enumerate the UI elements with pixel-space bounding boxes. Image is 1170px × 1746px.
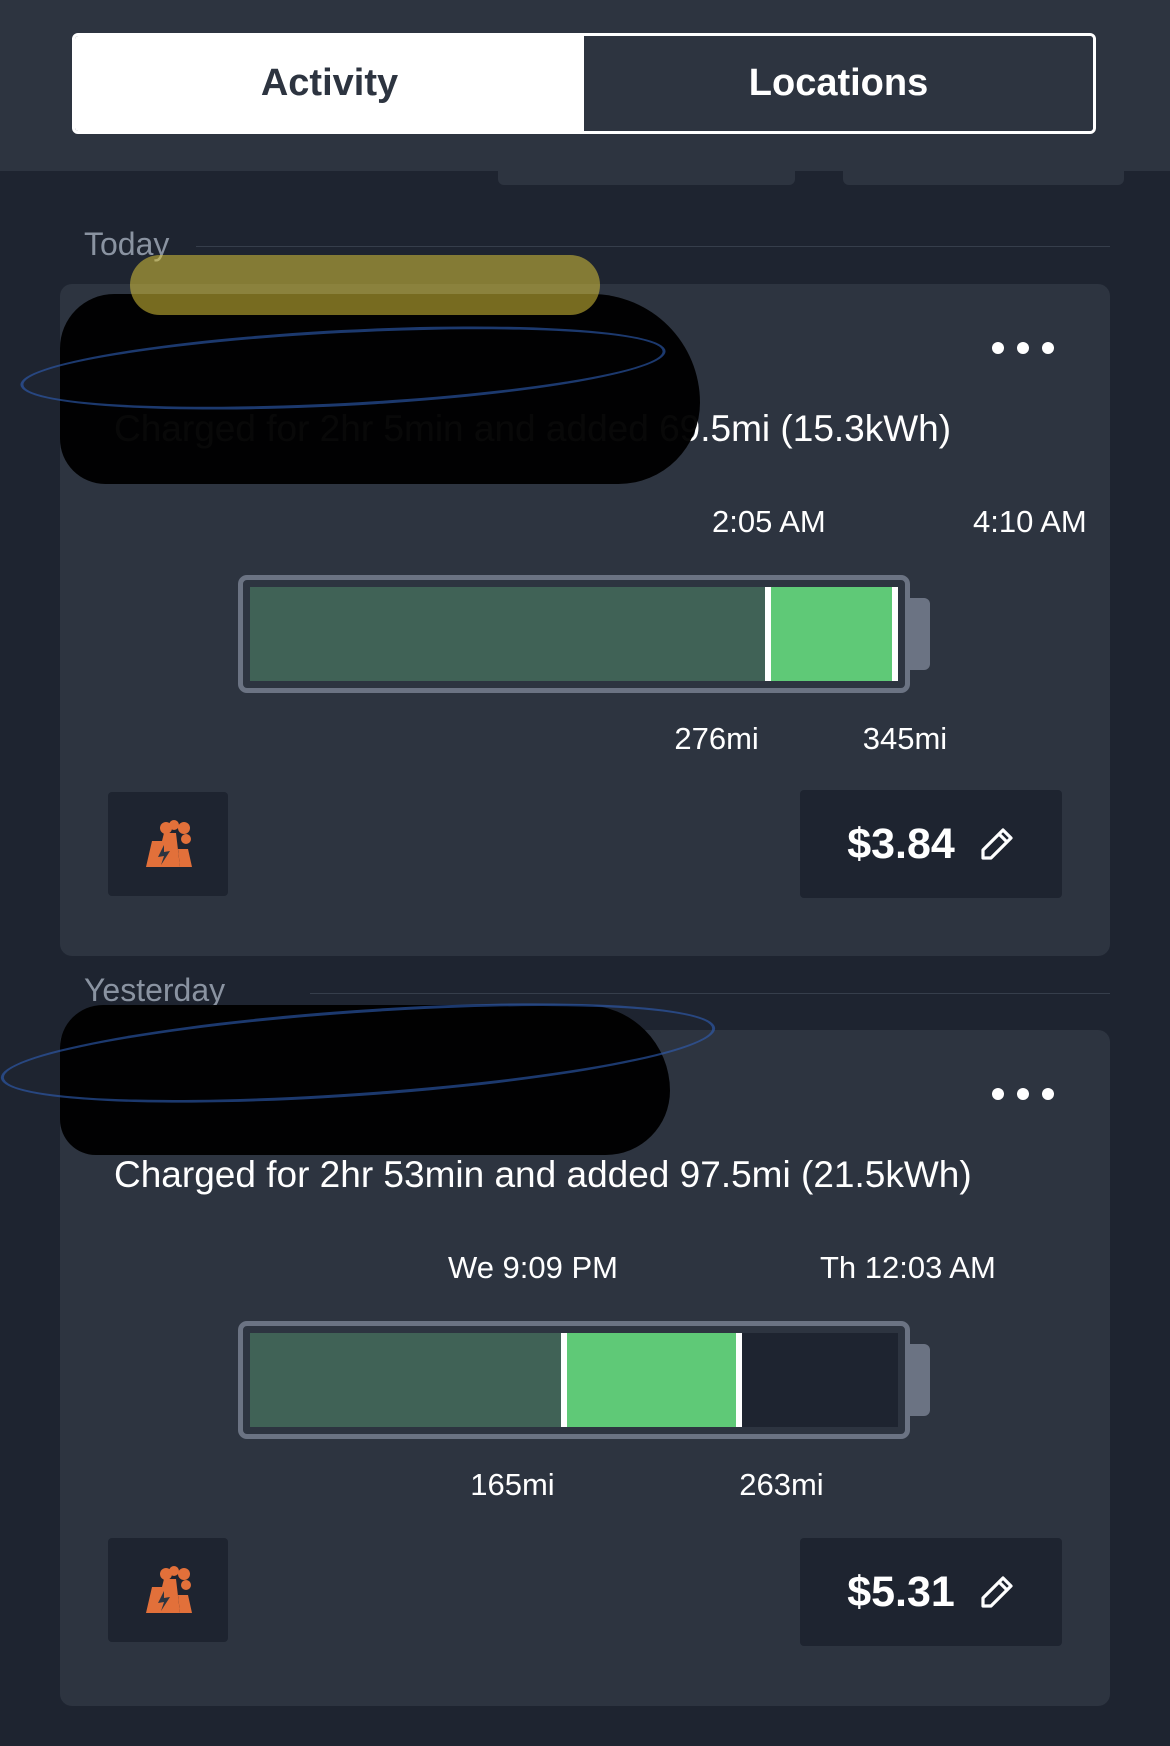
- start-range: 276mi: [674, 721, 759, 756]
- divider: [310, 993, 1110, 994]
- end-range: 263mi: [739, 1467, 824, 1502]
- end-range: 345mi: [862, 721, 948, 756]
- energy-source-button[interactable]: [108, 792, 228, 896]
- battery-graphic: [238, 575, 910, 693]
- battery-added-charge: [564, 1333, 740, 1427]
- battery-terminal: [910, 598, 930, 670]
- start-time: We 9:09 PM: [448, 1250, 619, 1285]
- pencil-icon: [981, 828, 1013, 860]
- session-summary: Charged for 2hr 53min and added 97.5mi (…: [114, 1154, 972, 1195]
- battery-previous-charge: [250, 587, 769, 681]
- power-plant-icon: [146, 820, 192, 867]
- section-label: Yesterday: [84, 972, 226, 1008]
- filter-chip-stub: [843, 171, 1124, 185]
- battery-graphic: [238, 1321, 910, 1439]
- filter-chip-stub: [498, 171, 795, 185]
- start-level-marker: [561, 1333, 568, 1427]
- end-time: Th 12:03 AM: [820, 1250, 996, 1285]
- tab-activity[interactable]: Activity: [75, 36, 584, 131]
- energy-source-button[interactable]: [108, 1538, 228, 1642]
- battery-added-charge: [768, 587, 895, 681]
- end-level-marker: [736, 1333, 743, 1427]
- battery-previous-charge: [250, 1333, 565, 1427]
- divider: [196, 246, 1110, 247]
- top-bar: Activity Locations: [0, 0, 1170, 171]
- edit-cost-button[interactable]: $5.31: [800, 1538, 1062, 1646]
- end-level-marker: [891, 587, 898, 681]
- section-label: Today: [84, 226, 170, 262]
- charging-session-card[interactable]: Charged for 2hr 5min and added 69.5mi (1…: [60, 284, 1110, 956]
- power-plant-icon: [146, 1566, 192, 1613]
- pencil-icon: [981, 1576, 1013, 1608]
- start-range: 165mi: [470, 1467, 555, 1502]
- location-redaction: [60, 1005, 670, 1155]
- battery-terminal: [910, 1344, 930, 1416]
- tab-locations[interactable]: Locations: [584, 36, 1093, 131]
- view-toggle: Activity Locations: [72, 33, 1096, 134]
- start-level-marker: [765, 587, 772, 681]
- start-time: 2:05 AM: [712, 504, 826, 539]
- location-redaction: [60, 294, 700, 484]
- charging-session-card[interactable]: Charged for 2hr 53min and added 97.5mi (…: [60, 1005, 1110, 1706]
- more-options-icon[interactable]: [992, 342, 1054, 354]
- session-cost: $3.84: [847, 819, 955, 868]
- more-options-icon[interactable]: [992, 1088, 1054, 1100]
- edit-cost-button[interactable]: $3.84: [800, 790, 1062, 898]
- end-time: 4:10 AM: [973, 504, 1087, 539]
- session-cost: $5.31: [847, 1567, 955, 1616]
